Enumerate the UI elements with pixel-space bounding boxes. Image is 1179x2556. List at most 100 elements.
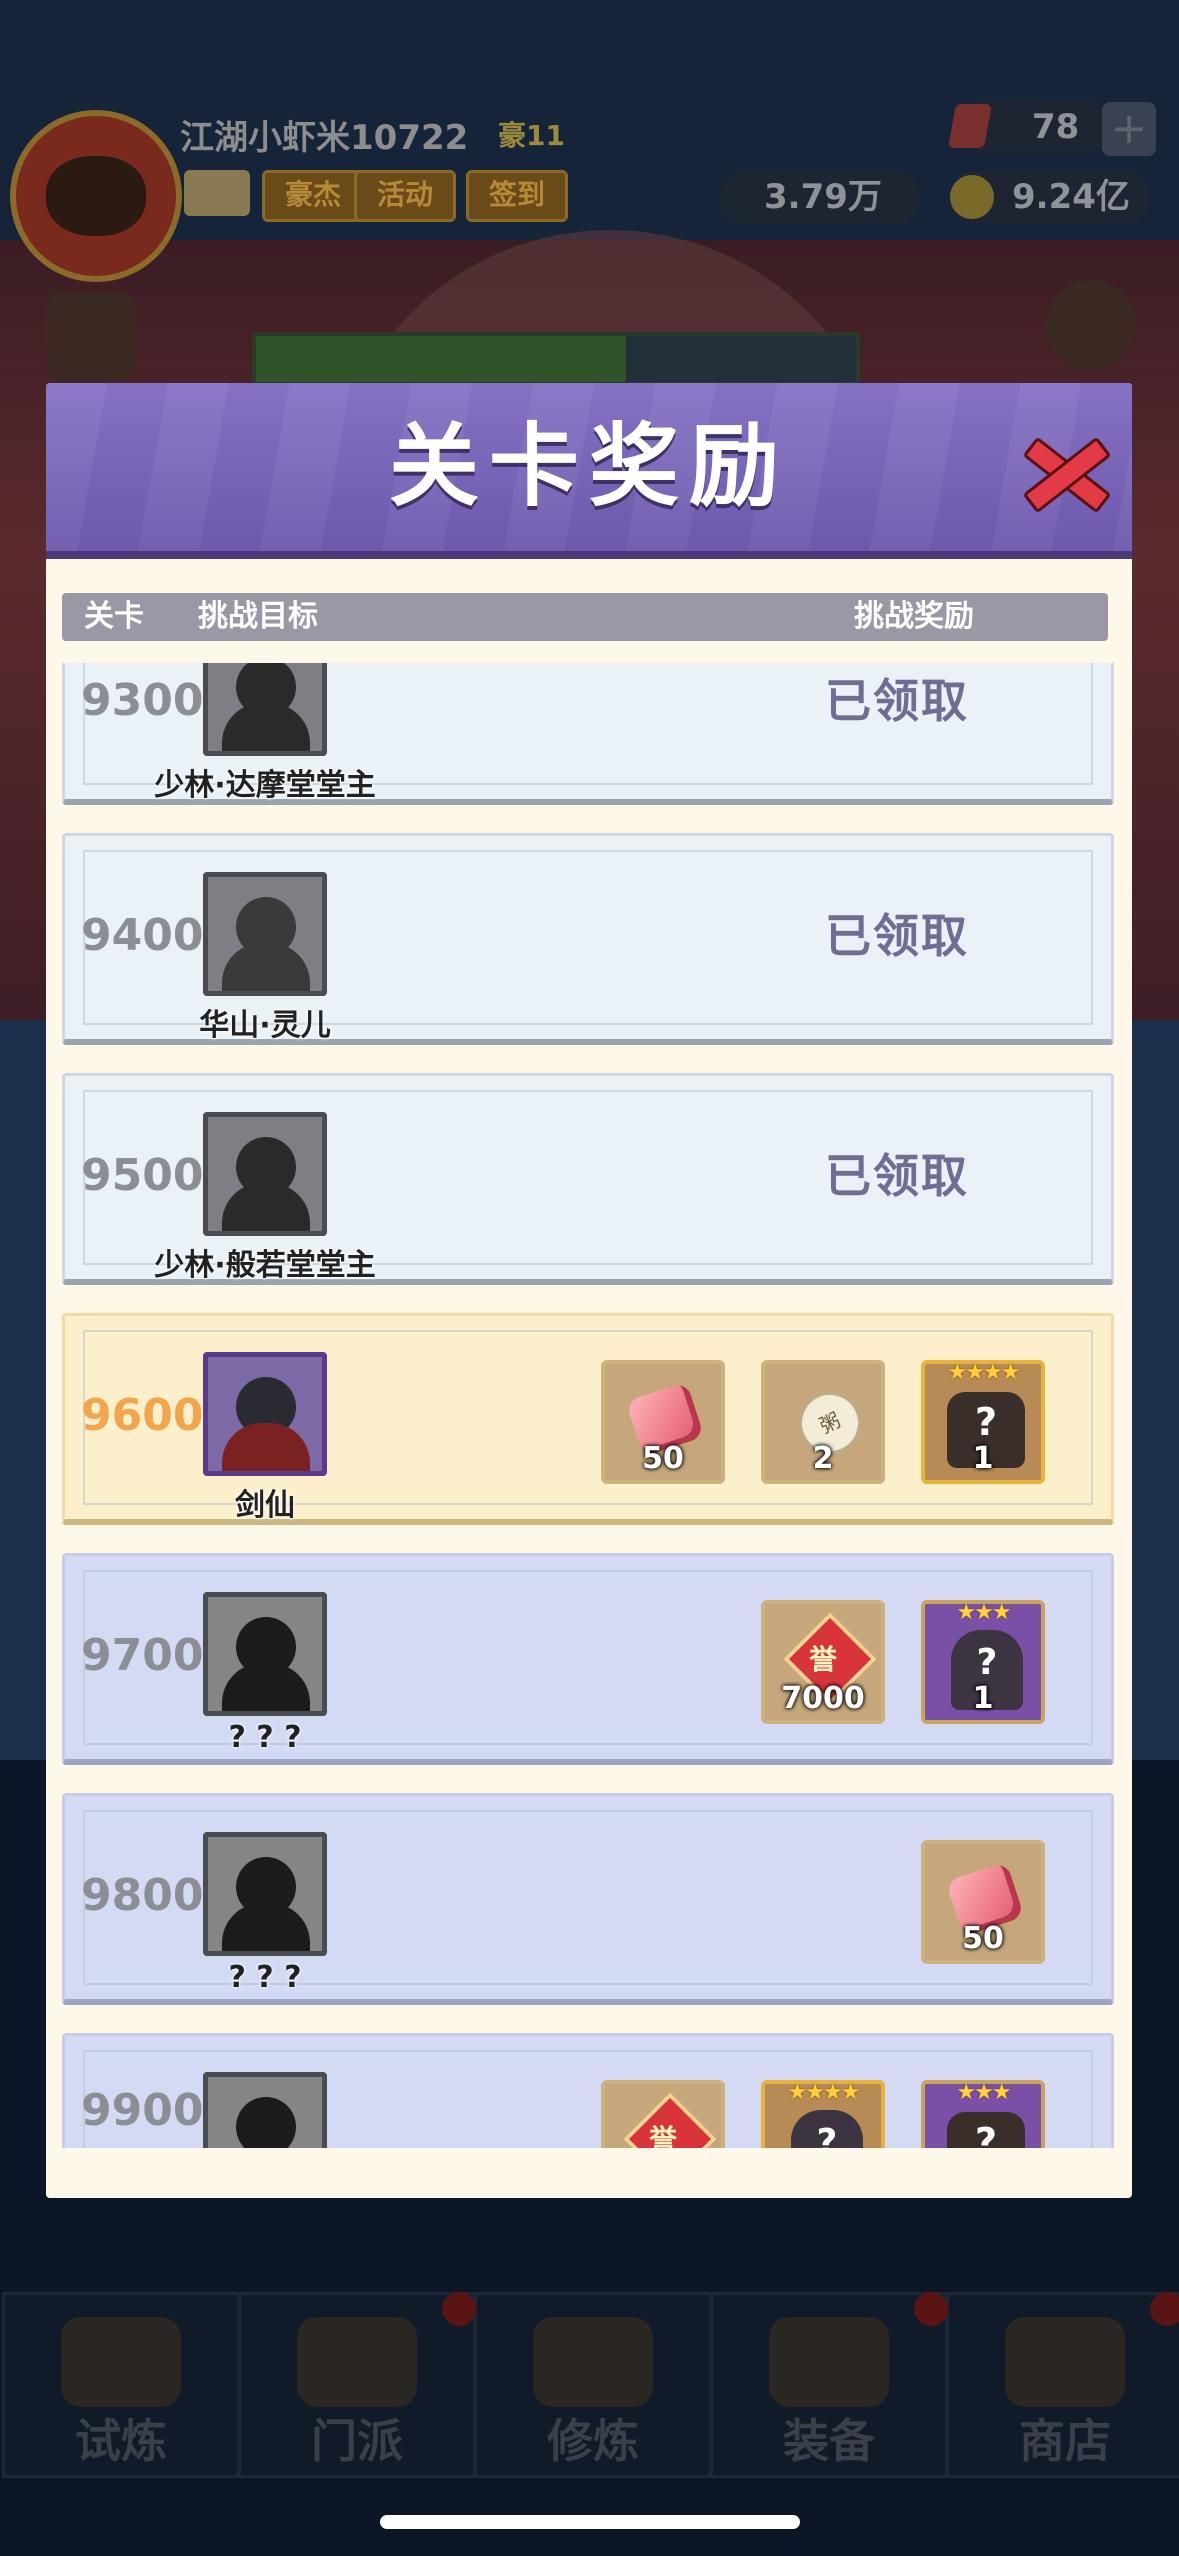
reward-qty: 2 — [812, 1441, 834, 1476]
events-button[interactable]: 活动 — [354, 170, 456, 222]
honor-counter: 3.79万 — [720, 170, 920, 224]
boss-silhouette-body — [222, 943, 310, 991]
dialog-title: 关卡奖励 — [389, 414, 789, 519]
dialog-header: 关卡奖励 — [46, 383, 1132, 559]
list-item: 9500 少林·般若堂堂主 已领取 — [62, 1073, 1114, 1285]
vip-badge: 豪11 — [498, 119, 565, 152]
stage-reward-list[interactable]: 9300 少林·达摩堂堂主 已领取 9400 华山·灵儿 已领取 9500 少林… — [62, 663, 1122, 2148]
notification-dot — [442, 2292, 476, 2326]
bottom-tab-bar: 试炼 门派 修炼 装备 商店 — [0, 2292, 1179, 2478]
list-item: 9300 少林·达摩堂堂主 已领取 — [62, 663, 1114, 805]
boss-portrait — [203, 1592, 327, 1716]
tab-shop[interactable]: 商店 — [946, 2292, 1179, 2478]
star-rating: ★★★★ — [947, 1360, 1021, 1385]
boss-portrait — [203, 872, 327, 996]
avatar-face — [46, 156, 146, 236]
player-name: 江湖小虾米10722 — [180, 118, 469, 158]
tab-trial[interactable]: 试炼 — [2, 2292, 240, 2478]
boss-name: ? ? ? — [228, 1720, 302, 1755]
tab-label: 试炼 — [75, 2414, 167, 2468]
boss-portrait — [203, 2072, 327, 2148]
reward-qty: 7000 — [781, 1681, 865, 1716]
reward-item[interactable]: 誉 7000 — [761, 1600, 885, 1724]
reward-item[interactable]: 粥 2 — [761, 1360, 885, 1484]
unknown-mark: ? — [974, 2120, 998, 2148]
reward-item[interactable]: 50 — [921, 1840, 1045, 1964]
list-item: 9700 ? ? ? 誉 7000 ★★★ ? 1 — [62, 1553, 1114, 1765]
dialog-footer — [46, 2148, 1132, 2198]
list-item: 9800 ? ? ? 50 — [62, 1793, 1114, 2005]
reward-qty: 1 — [972, 1681, 994, 1716]
scroll-mark: 粥 — [815, 1407, 845, 1439]
star-rating: ★★★ — [956, 2080, 1011, 2105]
sect-icon — [297, 2317, 417, 2407]
side-menu-icon[interactable] — [1046, 280, 1136, 370]
mail-icon[interactable] — [184, 170, 250, 216]
unknown-mark: ? — [974, 1400, 998, 1444]
boss-name: 剑仙 — [235, 1488, 295, 1523]
gem-icon — [948, 104, 992, 148]
boss-name: 少林·达摩堂堂主 — [154, 768, 376, 803]
star-rating: ★★★ — [956, 1600, 1011, 1625]
gem-counter: 78 — [948, 100, 1110, 154]
reward-qty: 50 — [962, 1921, 1004, 1956]
reward-item[interactable]: ★★★ ? — [921, 2080, 1045, 2148]
tab-label: 门派 — [311, 2414, 403, 2468]
boss-silhouette-body — [222, 1903, 310, 1951]
stage-rewards-dialog: 关卡奖励 关卡 挑战目标 挑战奖励 9300 少林·达摩堂堂主 已领取 9400… — [46, 383, 1132, 2198]
boss-silhouette-body — [222, 1423, 310, 1471]
tab-label: 商店 — [1019, 2414, 1111, 2468]
reward-item[interactable]: 誉 — [601, 2080, 725, 2148]
coin-count: 9.24亿 — [1012, 177, 1130, 217]
unknown-mark: ? — [816, 2122, 838, 2148]
list-item: 9900 誉 ★★★★ ? ★★★ ? — [62, 2033, 1114, 2148]
reward-item[interactable]: ★★★★ ? — [761, 2080, 885, 2148]
tab-label: 修炼 — [547, 2414, 639, 2468]
tab-equipment[interactable]: 装备 — [710, 2292, 948, 2478]
coin-icon — [950, 175, 994, 219]
col-stage: 关卡 — [84, 599, 144, 634]
idle-reward-icon[interactable] — [46, 292, 136, 382]
list-item[interactable]: 9600 剑仙 50 粥 2 ★★★★ ? 1 — [62, 1313, 1114, 1525]
claimed-label: 已领取 — [825, 1149, 969, 1203]
trial-icon — [61, 2317, 181, 2407]
claimed-label: 已领取 — [825, 674, 969, 728]
reward-item[interactable]: ★★★ ? 1 — [921, 1600, 1045, 1724]
shop-icon — [1005, 2317, 1125, 2407]
tab-label: 装备 — [783, 2414, 875, 2468]
tab-sect[interactable]: 门派 — [238, 2292, 476, 2478]
home-indicator[interactable] — [380, 2515, 800, 2529]
equipment-icon — [769, 2317, 889, 2407]
reward-qty: 50 — [642, 1441, 684, 1476]
boss-name: 华山·灵儿 — [199, 1008, 331, 1043]
boss-silhouette-body — [222, 1663, 310, 1711]
reward-item[interactable]: 50 — [601, 1360, 725, 1484]
gem-count: 78 — [1032, 107, 1080, 147]
player-avatar[interactable] — [10, 110, 182, 282]
col-target: 挑战目标 — [198, 599, 318, 634]
armor-icon: ? — [947, 2112, 1025, 2148]
heroes-button[interactable]: 豪杰 — [262, 170, 364, 222]
stage-progress-bar — [252, 332, 860, 386]
col-reward: 挑战奖励 — [854, 599, 974, 634]
reward-item[interactable]: ★★★★ ? 1 — [921, 1360, 1045, 1484]
boss-portrait — [203, 1112, 327, 1236]
disciple-icon: ? — [791, 2110, 863, 2148]
boss-silhouette-body — [222, 1183, 310, 1231]
star-rating: ★★★★ — [787, 2080, 861, 2105]
checkin-button[interactable]: 签到 — [466, 170, 568, 222]
notification-dot — [1150, 2292, 1179, 2326]
stage-level: 9900 — [81, 2085, 204, 2136]
boss-portrait — [203, 1832, 327, 1956]
close-button[interactable] — [1016, 423, 1112, 519]
boss-portrait — [203, 1352, 327, 1476]
honor-mark: 誉 — [808, 1643, 837, 1676]
stage-progress-fill — [256, 336, 626, 382]
tab-training[interactable]: 修炼 — [474, 2292, 712, 2478]
add-gems-button[interactable]: + — [1102, 102, 1156, 156]
honor-count: 3.79万 — [764, 177, 882, 217]
reward-qty: 1 — [972, 1441, 994, 1476]
boss-name: ? ? ? — [228, 1960, 302, 1995]
list-item: 9400 华山·灵儿 已领取 — [62, 833, 1114, 1045]
boss-portrait — [203, 663, 327, 756]
